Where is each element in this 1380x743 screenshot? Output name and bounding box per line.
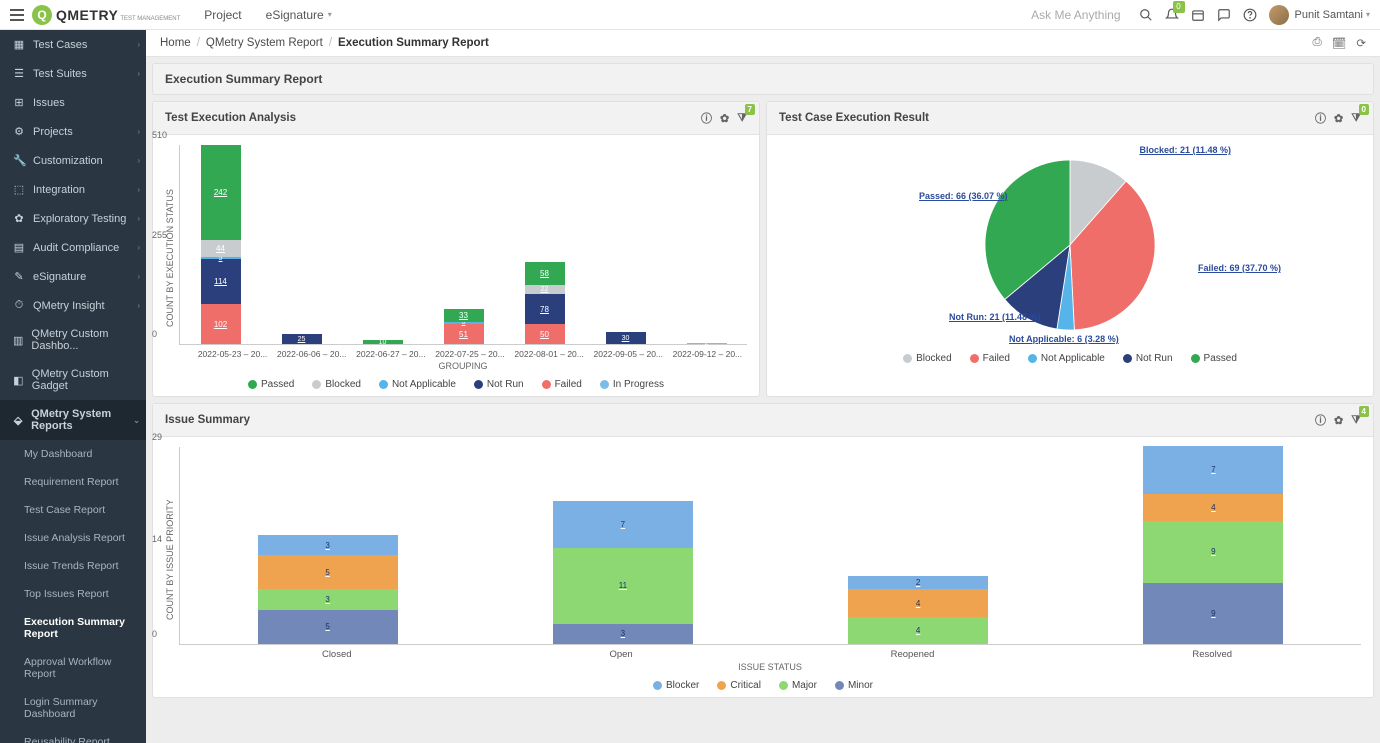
gear-icon[interactable]: ✿	[720, 112, 729, 125]
export-pdf-icon[interactable]: ⎙	[1313, 36, 1322, 50]
subnav-my-dashboard[interactable]: My Dashboard	[0, 440, 146, 468]
card-issue-summary: Issue Summary ⓘ ✿ ⧩4 COUNT BY ISSUE PRIO…	[152, 403, 1374, 698]
sidebar: ▦Test Cases› ☰Test Suites› ⊞Issues ⚙Proj…	[0, 30, 146, 743]
breadcrumb: Home / QMetry System Report / Execution …	[146, 30, 1380, 57]
sidebar-item-audit[interactable]: ▤Audit Compliance›	[0, 233, 146, 262]
schedule-icon[interactable]: 🗓	[1332, 36, 1347, 50]
page-title: Execution Summary Report	[152, 63, 1374, 95]
top-bar: Q QMETRY TEST MANAGEMENT Project eSignat…	[0, 0, 1380, 30]
chevron-right-icon: ›	[137, 40, 140, 49]
gadget-icon: ◧	[13, 374, 24, 387]
gear-icon[interactable]: ✿	[1334, 112, 1343, 125]
sidebar-item-test-cases[interactable]: ▦Test Cases›	[0, 30, 146, 59]
subnav-test-case-report[interactable]: Test Case Report	[0, 496, 146, 524]
main-content: Home / QMetry System Report / Execution …	[146, 30, 1380, 743]
sidebar-item-exploratory[interactable]: ✿Exploratory Testing›	[0, 204, 146, 233]
sidebar-item-integration[interactable]: ⬚Integration›	[0, 175, 146, 204]
user-avatar[interactable]	[1269, 5, 1289, 25]
subnav-requirement-report[interactable]: Requirement Report	[0, 468, 146, 496]
chevron-down-icon: ▾	[328, 10, 332, 19]
sidebar-item-esignature[interactable]: ✎eSignature›	[0, 262, 146, 291]
bug-icon: ⊞	[13, 96, 25, 109]
card-title: Test Case Execution Result	[779, 112, 929, 124]
sidebar-item-system-reports[interactable]: ⬙QMetry System Reports⌄	[0, 400, 146, 440]
chart-legend: BlockerCriticalMajorMinor	[165, 680, 1361, 691]
list-icon: ☰	[13, 67, 25, 80]
filter-icon[interactable]: ⧩7	[737, 112, 747, 125]
brand-logo-icon: Q	[32, 5, 52, 25]
search-icon[interactable]	[1133, 2, 1159, 28]
y-axis-label: COUNT BY EXECUTION STATUS	[165, 145, 175, 371]
pie-label-notrun[interactable]: Not Run: 21 (11.48 %)	[949, 312, 1041, 323]
card-test-case-result: Test Case Execution Result ⓘ ✿ ⧩0 Blocke…	[766, 101, 1374, 397]
puzzle-icon: ⬚	[13, 183, 25, 196]
dashboard-icon: ▥	[13, 334, 23, 347]
chevron-down-icon: ▾	[1366, 10, 1370, 19]
project-selector[interactable]: eSignature▾	[266, 8, 332, 22]
breadcrumb-home[interactable]: Home	[160, 37, 191, 49]
card-test-execution-analysis: Test Execution Analysis ⓘ ✿ ⧩7 COUNT BY …	[152, 101, 760, 397]
sidebar-item-insight[interactable]: ⏱QMetry Insight›	[0, 291, 146, 320]
breadcrumb-current: Execution Summary Report	[338, 37, 489, 49]
filter-icon[interactable]: ⧩4	[1351, 414, 1361, 427]
calendar-icon[interactable]	[1185, 2, 1211, 28]
x-axis-label: ISSUE STATUS	[179, 662, 1361, 672]
pie-chart-result: Blocked: 21 (11.48 %) Failed: 69 (37.70 …	[779, 145, 1361, 345]
subnav-reusability[interactable]: Reusability Report	[0, 728, 146, 743]
pie-label-failed[interactable]: Failed: 69 (37.70 %)	[1198, 263, 1281, 274]
pie-label-na[interactable]: Not Applicable: 6 (3.28 %)	[1009, 334, 1119, 345]
gear-icon: ✿	[13, 212, 25, 225]
info-icon[interactable]: ⓘ	[1315, 110, 1326, 126]
signature-icon: ✎	[13, 270, 25, 283]
brand-text: QMETRY TEST MANAGEMENT	[56, 7, 180, 23]
info-icon[interactable]: ⓘ	[701, 110, 712, 126]
pie-label-blocked[interactable]: Blocked: 21 (11.48 %)	[1139, 145, 1231, 156]
filter-icon[interactable]: ⧩0	[1351, 112, 1361, 125]
project-label: Project	[204, 8, 241, 22]
subnav-issue-trends[interactable]: Issue Trends Report	[0, 552, 146, 580]
grid-icon: ▦	[13, 38, 25, 51]
sidebar-item-issues[interactable]: ⊞Issues	[0, 88, 146, 117]
chat-icon[interactable]	[1211, 2, 1237, 28]
subnav-execution-summary[interactable]: Execution Summary Report	[0, 608, 146, 648]
x-axis-label: GROUPING	[179, 361, 747, 371]
info-icon[interactable]: ⓘ	[1315, 412, 1326, 428]
bar-chart-issues: 535331174429947 01429	[179, 447, 1361, 645]
subnav-issue-analysis[interactable]: Issue Analysis Report	[0, 524, 146, 552]
subnav-top-issues[interactable]: Top Issues Report	[0, 580, 146, 608]
notification-icon[interactable]: 0	[1159, 2, 1185, 28]
card-title: Test Execution Analysis	[165, 112, 296, 124]
subnav-approval-workflow[interactable]: Approval Workflow Report	[0, 648, 146, 688]
sidebar-item-custom-gadget[interactable]: ◧QMetry Custom Gadget	[0, 360, 146, 400]
chart-legend: PassedBlockedNot ApplicableNot RunFailed…	[165, 379, 747, 390]
y-axis-label: COUNT BY ISSUE PRIORITY	[165, 447, 175, 672]
chevron-down-icon: ⌄	[133, 416, 140, 425]
card-title: Issue Summary	[165, 414, 250, 426]
breadcrumb-mid[interactable]: QMetry System Report	[206, 37, 323, 49]
sidebar-item-custom-dash[interactable]: ▥QMetry Custom Dashbo...	[0, 320, 146, 360]
sidebar-item-projects[interactable]: ⚙Projects›	[0, 117, 146, 146]
wrench-icon: 🔧	[13, 154, 25, 167]
chart-legend: BlockedFailedNot ApplicableNot RunPassed	[779, 353, 1361, 364]
sidebar-item-customization[interactable]: 🔧Customization›	[0, 146, 146, 175]
chart-icon: ⬙	[13, 414, 23, 427]
dashboard-icon: ⏱	[13, 299, 25, 312]
pie-label-passed[interactable]: Passed: 66 (36.07 %)	[919, 191, 1008, 202]
global-search-input[interactable]: Ask Me Anything	[1031, 8, 1120, 22]
gear-icon[interactable]: ✿	[1334, 414, 1343, 427]
menu-icon[interactable]	[10, 9, 24, 21]
sidebar-item-test-suites[interactable]: ☰Test Suites›	[0, 59, 146, 88]
subnav-login-summary[interactable]: Login Summary Dashboard	[0, 688, 146, 728]
user-menu[interactable]: Punit Samtani▾	[1295, 9, 1371, 21]
gear-icon: ⚙	[13, 125, 25, 138]
shield-icon: ▤	[13, 241, 25, 254]
bar-chart-execution: 10211454424225105163350782258302 0255510	[179, 145, 747, 345]
refresh-icon[interactable]: ⟳	[1356, 36, 1366, 50]
help-icon[interactable]	[1237, 2, 1263, 28]
